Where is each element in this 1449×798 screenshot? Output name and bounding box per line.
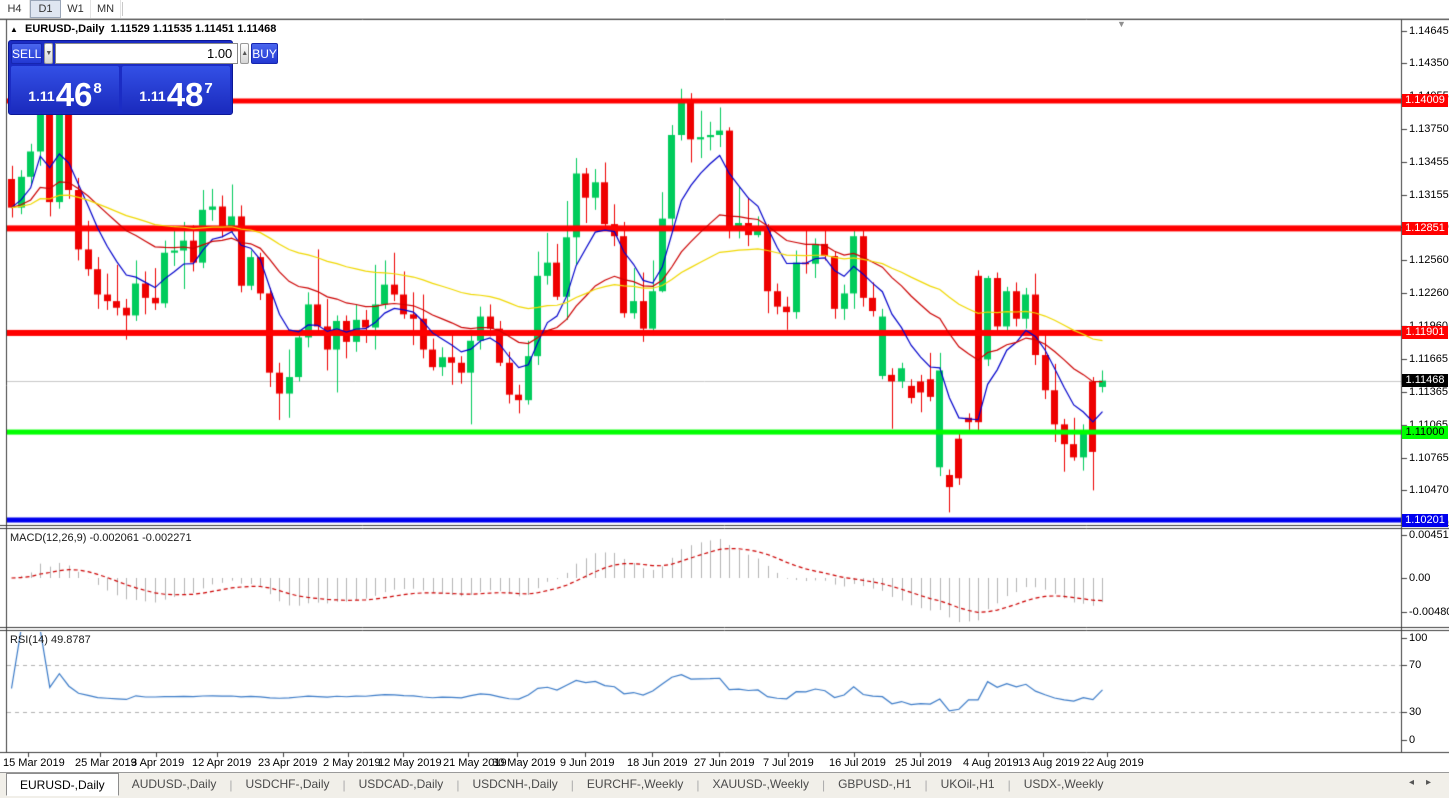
timeframe-button-h4[interactable]: H4 — [0, 0, 30, 18]
date-tick-label: 30 May 2019 — [492, 757, 556, 769]
symbol-tab-xauusd[interactable]: XAUUSD-,Weekly — [699, 773, 821, 794]
date-tick-label: 2 May 2019 — [323, 757, 380, 769]
date-tick-label: 18 Jun 2019 — [627, 757, 688, 769]
date-tick-label: 16 Jul 2019 — [829, 757, 886, 769]
price-tick-label: 1.14645 — [1409, 25, 1449, 37]
price-chart-canvas[interactable] — [0, 0, 1449, 798]
price-tick-label: 1.13155 — [1409, 189, 1449, 201]
date-tick-label: 9 Jun 2019 — [560, 757, 614, 769]
date-tick-label: 12 Apr 2019 — [192, 757, 251, 769]
buy-price-tile[interactable]: 1.11 48 7 — [122, 66, 230, 112]
buy-price-prefix: 1.11 — [139, 88, 165, 104]
date-tick-label: 27 Jun 2019 — [694, 757, 755, 769]
macd-axis-label: 0.00 — [1409, 572, 1430, 584]
price-tick-label: 1.11365 — [1409, 386, 1448, 398]
date-tick-label: 4 Aug 2019 — [963, 757, 1019, 769]
date-tick-label: 25 Jul 2019 — [895, 757, 952, 769]
rsi-axis-label: 100 — [1409, 632, 1427, 644]
macd-axis-label: 0.004517 — [1409, 529, 1449, 541]
sell-price-tile[interactable]: 1.11 46 8 — [11, 66, 119, 112]
chart-ohlc-values: 1.11529 1.11535 1.11451 1.11468 — [111, 23, 277, 35]
rsi-axis-label: 70 — [1409, 659, 1421, 671]
macd-indicator-label: MACD(12,26,9) -0.002061 -0.002271 — [10, 532, 192, 544]
sell-price-pip: 8 — [93, 80, 101, 97]
price-tick-label: 1.14350 — [1409, 57, 1449, 69]
current-price-label: 1.11468 — [1402, 374, 1448, 387]
date-tick-label: 23 Apr 2019 — [258, 757, 317, 769]
level-price-label: 1.14009 — [1402, 94, 1448, 107]
toolbar-divider — [122, 2, 123, 16]
rsi-indicator-label: RSI(14) 49.8787 — [10, 634, 91, 646]
sell-price-big: 46 — [56, 81, 93, 109]
symbol-tab-usdcad[interactable]: USDCAD-,Daily — [346, 773, 457, 794]
date-tick-label: 22 Aug 2019 — [1082, 757, 1144, 769]
timeframe-button-mn[interactable]: MN — [91, 0, 121, 18]
rsi-axis-label: 30 — [1409, 706, 1421, 718]
date-tick-label: 15 Mar 2019 — [3, 757, 65, 769]
symbol-tab-eurusd[interactable]: EURUSD-,Daily — [6, 773, 119, 796]
symbol-tab-bar: EURUSD-,DailyAUDUSD-,Daily|USDCHF-,Daily… — [0, 772, 1449, 798]
level-price-label: 1.12851 — [1402, 222, 1448, 235]
date-tick-label: 12 May 2019 — [378, 757, 442, 769]
macd-axis-label: -0.004806 — [1409, 606, 1449, 618]
chart-shift-marker-icon[interactable]: ▼ — [1117, 19, 1126, 29]
level-price-label: 1.10201 — [1402, 514, 1448, 527]
chart-title: ▲ EURUSD-,Daily 1.11529 1.11535 1.11451 … — [10, 23, 276, 35]
rsi-axis-label: 0 — [1409, 734, 1415, 746]
one-click-trade-panel: SELL ▼ ▲ BUY 1.11 46 8 1.11 48 7 — [8, 40, 233, 115]
price-tick-label: 1.10765 — [1409, 452, 1449, 464]
symbol-tab-audusd[interactable]: AUDUSD-,Daily — [119, 773, 230, 794]
volume-decrease-button[interactable]: ▼ — [44, 43, 53, 64]
timeframe-toolbar: H4D1W1MN — [0, 0, 1449, 19]
chart-symbol-label: EURUSD-,Daily — [25, 23, 104, 35]
volume-increase-button[interactable]: ▲ — [240, 43, 249, 64]
volume-input[interactable] — [55, 43, 238, 64]
price-tick-label: 1.13455 — [1409, 156, 1449, 168]
buy-price-pip: 7 — [204, 80, 212, 97]
date-tick-label: 7 Jul 2019 — [763, 757, 814, 769]
sell-button[interactable]: SELL — [11, 43, 42, 64]
timeframe-button-w1[interactable]: W1 — [61, 0, 91, 18]
buy-button[interactable]: BUY — [251, 43, 278, 64]
buy-price-big: 48 — [167, 81, 204, 109]
level-price-label: 1.11000 — [1402, 426, 1448, 439]
timeframe-button-d1[interactable]: D1 — [30, 0, 61, 18]
price-tick-label: 1.11665 — [1409, 353, 1448, 365]
chart-collapse-icon: ▲ — [10, 25, 18, 34]
trading-terminal-window: H4D1W1MN ▲ EURUSD-,Daily 1.11529 1.11535… — [0, 0, 1449, 798]
sell-price-prefix: 1.11 — [28, 88, 54, 104]
symbol-tab-gbpusd[interactable]: GBPUSD-,H1 — [825, 773, 924, 794]
price-tick-label: 1.12260 — [1409, 287, 1449, 299]
symbol-tab-usdx[interactable]: USDX-,Weekly — [1011, 773, 1117, 794]
symbol-tab-usdchf[interactable]: USDCHF-,Daily — [233, 773, 343, 794]
date-tick-label: 13 Aug 2019 — [1018, 757, 1080, 769]
price-tick-label: 1.10470 — [1409, 484, 1449, 496]
symbol-tab-usdcnh[interactable]: USDCNH-,Daily — [459, 773, 570, 794]
date-tick-label: 3 Apr 2019 — [131, 757, 184, 769]
symbol-tab-ukoil[interactable]: UKOil-,H1 — [928, 773, 1008, 794]
date-tick-label: 25 Mar 2019 — [75, 757, 137, 769]
tab-scroll-right-icon[interactable]: ▸ — [1426, 777, 1431, 788]
level-price-label: 1.11901 — [1402, 326, 1448, 339]
price-tick-label: 1.12560 — [1409, 254, 1449, 266]
price-tick-label: 1.13750 — [1409, 123, 1449, 135]
tab-scroll-left-icon[interactable]: ◂ — [1409, 777, 1414, 788]
symbol-tab-eurchf[interactable]: EURCHF-,Weekly — [574, 773, 696, 794]
